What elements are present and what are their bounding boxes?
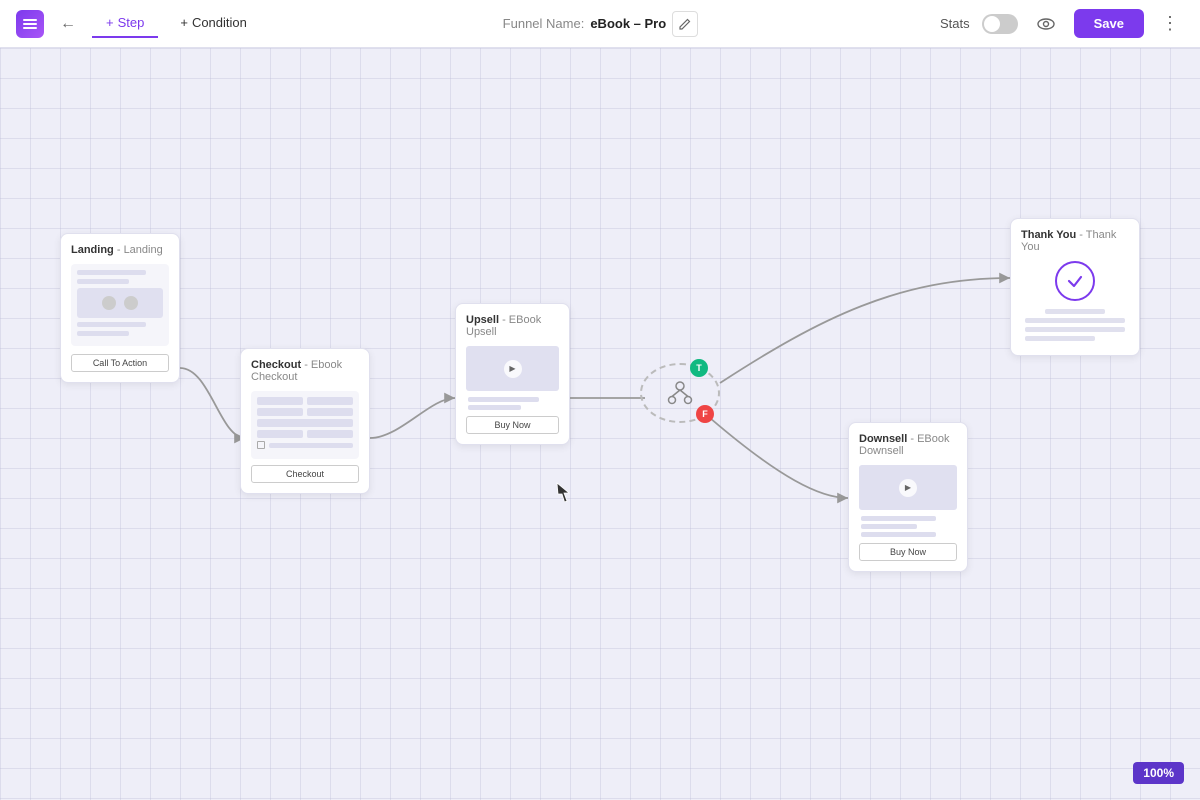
upsell-card[interactable]: Upsell - EBook Upsell ▶ Buy Now — [455, 303, 570, 445]
checkout-card-title: Checkout - Ebook Checkout — [251, 359, 359, 383]
form-field-1 — [257, 397, 303, 405]
downsell-line-2 — [861, 524, 917, 529]
thankyou-card[interactable]: Thank You - Thank You — [1010, 218, 1140, 356]
form-field-6 — [257, 430, 303, 438]
ty-line-4 — [1025, 336, 1095, 341]
preview-line-1 — [77, 270, 146, 275]
upsell-line-2 — [468, 405, 521, 410]
tab-condition[interactable]: + Condition — [166, 9, 261, 38]
downsell-card[interactable]: Downsell - EBook Downsell ▶ Buy Now — [848, 422, 968, 572]
downsell-cta-button[interactable]: Buy Now — [859, 543, 957, 561]
form-field-4 — [307, 408, 353, 416]
form-row-2 — [257, 408, 353, 416]
form-field-3 — [257, 408, 303, 416]
connectors-svg — [0, 48, 1200, 800]
checkout-form-preview — [251, 391, 359, 459]
downsell-play-icon: ▶ — [899, 479, 917, 497]
preview-dot-2 — [124, 296, 138, 310]
upsell-line-1 — [468, 397, 539, 402]
preview-line-4 — [77, 331, 129, 336]
condition-true-badge: T — [690, 359, 708, 377]
condition-circle: T F — [640, 363, 720, 423]
tab-step-plus: + — [106, 15, 114, 30]
preview-line-2 — [77, 279, 129, 284]
funnel-name-section: Funnel Name: eBook – Pro — [269, 11, 932, 37]
thankyou-card-title: Thank You - Thank You — [1021, 229, 1129, 253]
thankyou-content-preview — [1021, 309, 1129, 341]
downsell-line-1 — [861, 516, 936, 521]
preview-dot-1 — [102, 296, 116, 310]
downsell-line-3 — [861, 532, 936, 537]
stats-toggle[interactable] — [982, 14, 1018, 34]
form-check-label — [269, 443, 353, 448]
form-field-7 — [307, 430, 353, 438]
thankyou-check-icon — [1055, 261, 1095, 301]
downsell-video-preview: ▶ — [859, 465, 957, 510]
header: ← + Step + Condition Funnel Name: eBook … — [0, 0, 1200, 48]
save-button[interactable]: Save — [1074, 9, 1144, 38]
form-field-5 — [257, 419, 353, 427]
ty-line-1 — [1045, 309, 1105, 314]
form-field-2 — [307, 397, 353, 405]
form-row-4 — [257, 430, 353, 438]
stats-label: Stats — [940, 16, 970, 31]
condition-false-badge: F — [696, 405, 714, 423]
more-options-button[interactable]: ⋮ — [1156, 10, 1184, 38]
header-right: Stats Save ⋮ — [940, 8, 1184, 40]
condition-node[interactable]: T F — [640, 363, 720, 423]
landing-card[interactable]: Landing - Landing Call To Action — [60, 233, 180, 383]
upsell-cta-button[interactable]: Buy Now — [466, 416, 559, 434]
play-icon: ▶ — [504, 360, 522, 378]
landing-card-title: Landing - Landing — [71, 244, 169, 256]
funnel-name-value: eBook – Pro — [590, 16, 666, 31]
form-row-3 — [257, 419, 353, 427]
checkout-card[interactable]: Checkout - Ebook Checkout Chec — [240, 348, 370, 494]
edit-funnel-name-button[interactable] — [672, 11, 698, 37]
condition-icon — [665, 378, 695, 408]
upsell-video-preview: ▶ — [466, 346, 559, 391]
preview-image — [77, 288, 163, 318]
tab-step[interactable]: + Step — [92, 9, 158, 38]
landing-preview — [71, 264, 169, 346]
tab-condition-plus: + — [180, 15, 188, 30]
logo-icon[interactable] — [16, 10, 44, 38]
checkout-cta-button[interactable]: Checkout — [251, 465, 359, 483]
form-row-1 — [257, 397, 353, 405]
preview-button[interactable] — [1030, 8, 1062, 40]
landing-cta-button[interactable]: Call To Action — [71, 354, 169, 372]
zoom-indicator: 100% — [1133, 762, 1184, 784]
preview-line-3 — [77, 322, 146, 327]
upsell-card-title: Upsell - EBook Upsell — [466, 314, 559, 338]
tab-condition-label: Condition — [192, 15, 247, 30]
cursor-indicator — [556, 482, 568, 500]
back-button[interactable]: ← — [52, 8, 84, 40]
funnel-canvas[interactable]: Landing - Landing Call To Action Checkou… — [0, 48, 1200, 800]
tab-step-label: Step — [118, 15, 145, 30]
ty-line-2 — [1025, 318, 1125, 323]
ty-line-3 — [1025, 327, 1125, 332]
form-checkbox-row — [257, 441, 353, 449]
downsell-card-title: Downsell - EBook Downsell — [859, 433, 957, 457]
form-checkbox — [257, 441, 265, 449]
funnel-name-label: Funnel Name: — [503, 16, 585, 31]
